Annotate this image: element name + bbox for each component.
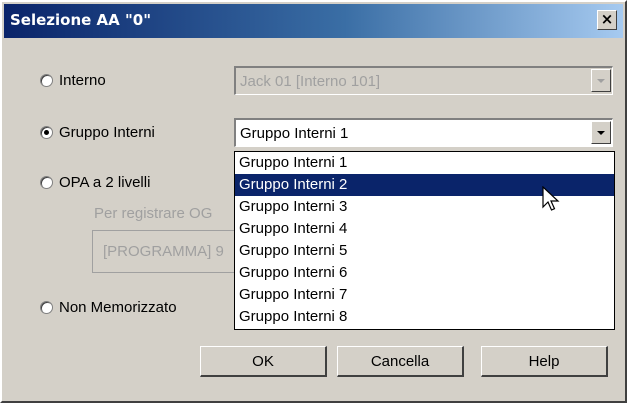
radio-label-interno: Interno [59, 71, 106, 89]
radio-row-opa[interactable]: OPA a 2 livelli [40, 172, 150, 192]
ok-button[interactable]: OK [200, 346, 327, 377]
radio-row-gruppo[interactable]: Gruppo Interni [40, 122, 155, 142]
dropdown-item[interactable]: Gruppo Interni 5 [235, 240, 614, 262]
dropdown-item[interactable]: Gruppo Interni 4 [235, 218, 614, 240]
combo-interno-value: Jack 01 [Interno 101] [240, 72, 381, 90]
radio-label-gruppo: Gruppo Interni [59, 123, 155, 141]
ok-button-label: OK [252, 352, 274, 370]
chevron-down-icon [597, 130, 605, 135]
radio-non-memorizzato[interactable] [40, 300, 53, 314]
combo-gruppo-button[interactable] [591, 121, 611, 144]
combo-interno-button [591, 69, 611, 92]
radio-gruppo[interactable] [40, 125, 53, 139]
dropdown-item[interactable]: Gruppo Interni 6 [235, 262, 614, 284]
radio-row-interno[interactable]: Interno [40, 70, 106, 90]
window-title: Selezione AA "0" [10, 11, 152, 29]
close-button[interactable]: × [597, 10, 617, 30]
combo-interno: Jack 01 [Interno 101] [234, 66, 613, 95]
chevron-down-icon [597, 78, 605, 83]
dropdown-item[interactable]: Gruppo Interni 8 [235, 306, 614, 328]
opa-hint-text: Per registrare OG [94, 205, 213, 222]
close-icon: × [600, 10, 614, 28]
radio-row-non-memorizzato[interactable]: Non Memorizzato [40, 297, 177, 317]
dropdown-item[interactable]: Gruppo Interni 1 [235, 152, 614, 174]
help-button[interactable]: Help [481, 346, 608, 377]
cancel-button[interactable]: Cancella [337, 346, 464, 377]
title-bar[interactable]: Selezione AA "0" × [4, 4, 623, 38]
combo-gruppo-value: Gruppo Interni 1 [240, 124, 349, 142]
gruppo-dropdown-list[interactable]: Gruppo Interni 1 Gruppo Interni 2 Gruppo… [234, 151, 615, 330]
combo-gruppo[interactable]: Gruppo Interni 1 [234, 118, 613, 147]
radio-interno[interactable] [40, 73, 53, 87]
arrow-cursor-icon [542, 186, 560, 211]
dialog-window: Selezione AA "0" × Interno Jack 01 [Inte… [0, 0, 627, 403]
radio-label-opa: OPA a 2 livelli [59, 173, 151, 191]
radio-opa[interactable] [40, 175, 53, 189]
help-button-label: Help [528, 352, 560, 370]
cancel-button-label: Cancella [370, 352, 430, 370]
dropdown-item[interactable]: Gruppo Interni 7 [235, 284, 614, 306]
radio-label-non-memorizzato: Non Memorizzato [59, 298, 177, 316]
